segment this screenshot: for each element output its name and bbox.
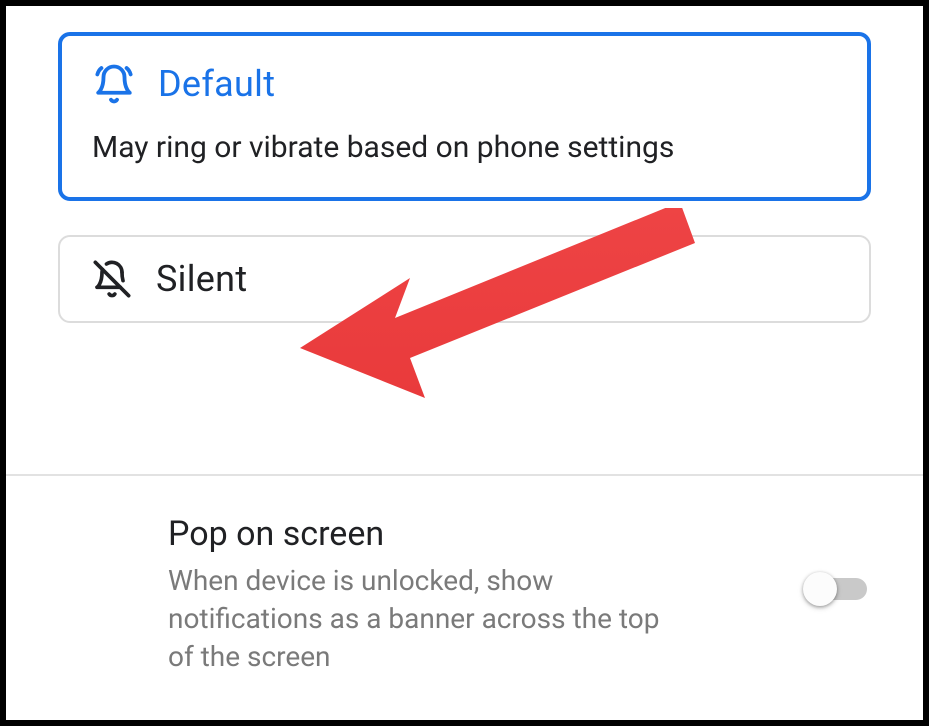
option-default-description: May ring or vibrate based on phone setti… [92,128,837,167]
pop-on-screen-text: Pop on screen When device is unlocked, s… [168,514,803,675]
option-header: Silent [90,257,839,301]
option-header: Default [92,62,837,106]
settings-panel: Default May ring or vibrate based on pho… [0,0,929,726]
notification-option-silent[interactable]: Silent [58,235,871,323]
option-silent-label: Silent [156,258,247,300]
bell-off-icon [90,257,134,301]
section-divider [6,474,923,476]
pop-on-screen-toggle[interactable] [803,570,871,608]
notification-option-default[interactable]: Default May ring or vibrate based on pho… [58,32,871,201]
pop-on-screen-description: When device is unlocked, show notificati… [168,562,688,675]
option-default-label: Default [158,63,275,105]
pop-on-screen-title: Pop on screen [168,514,773,554]
pop-on-screen-row[interactable]: Pop on screen When device is unlocked, s… [6,514,923,675]
toggle-thumb [803,572,837,606]
bell-ring-icon [92,62,136,106]
